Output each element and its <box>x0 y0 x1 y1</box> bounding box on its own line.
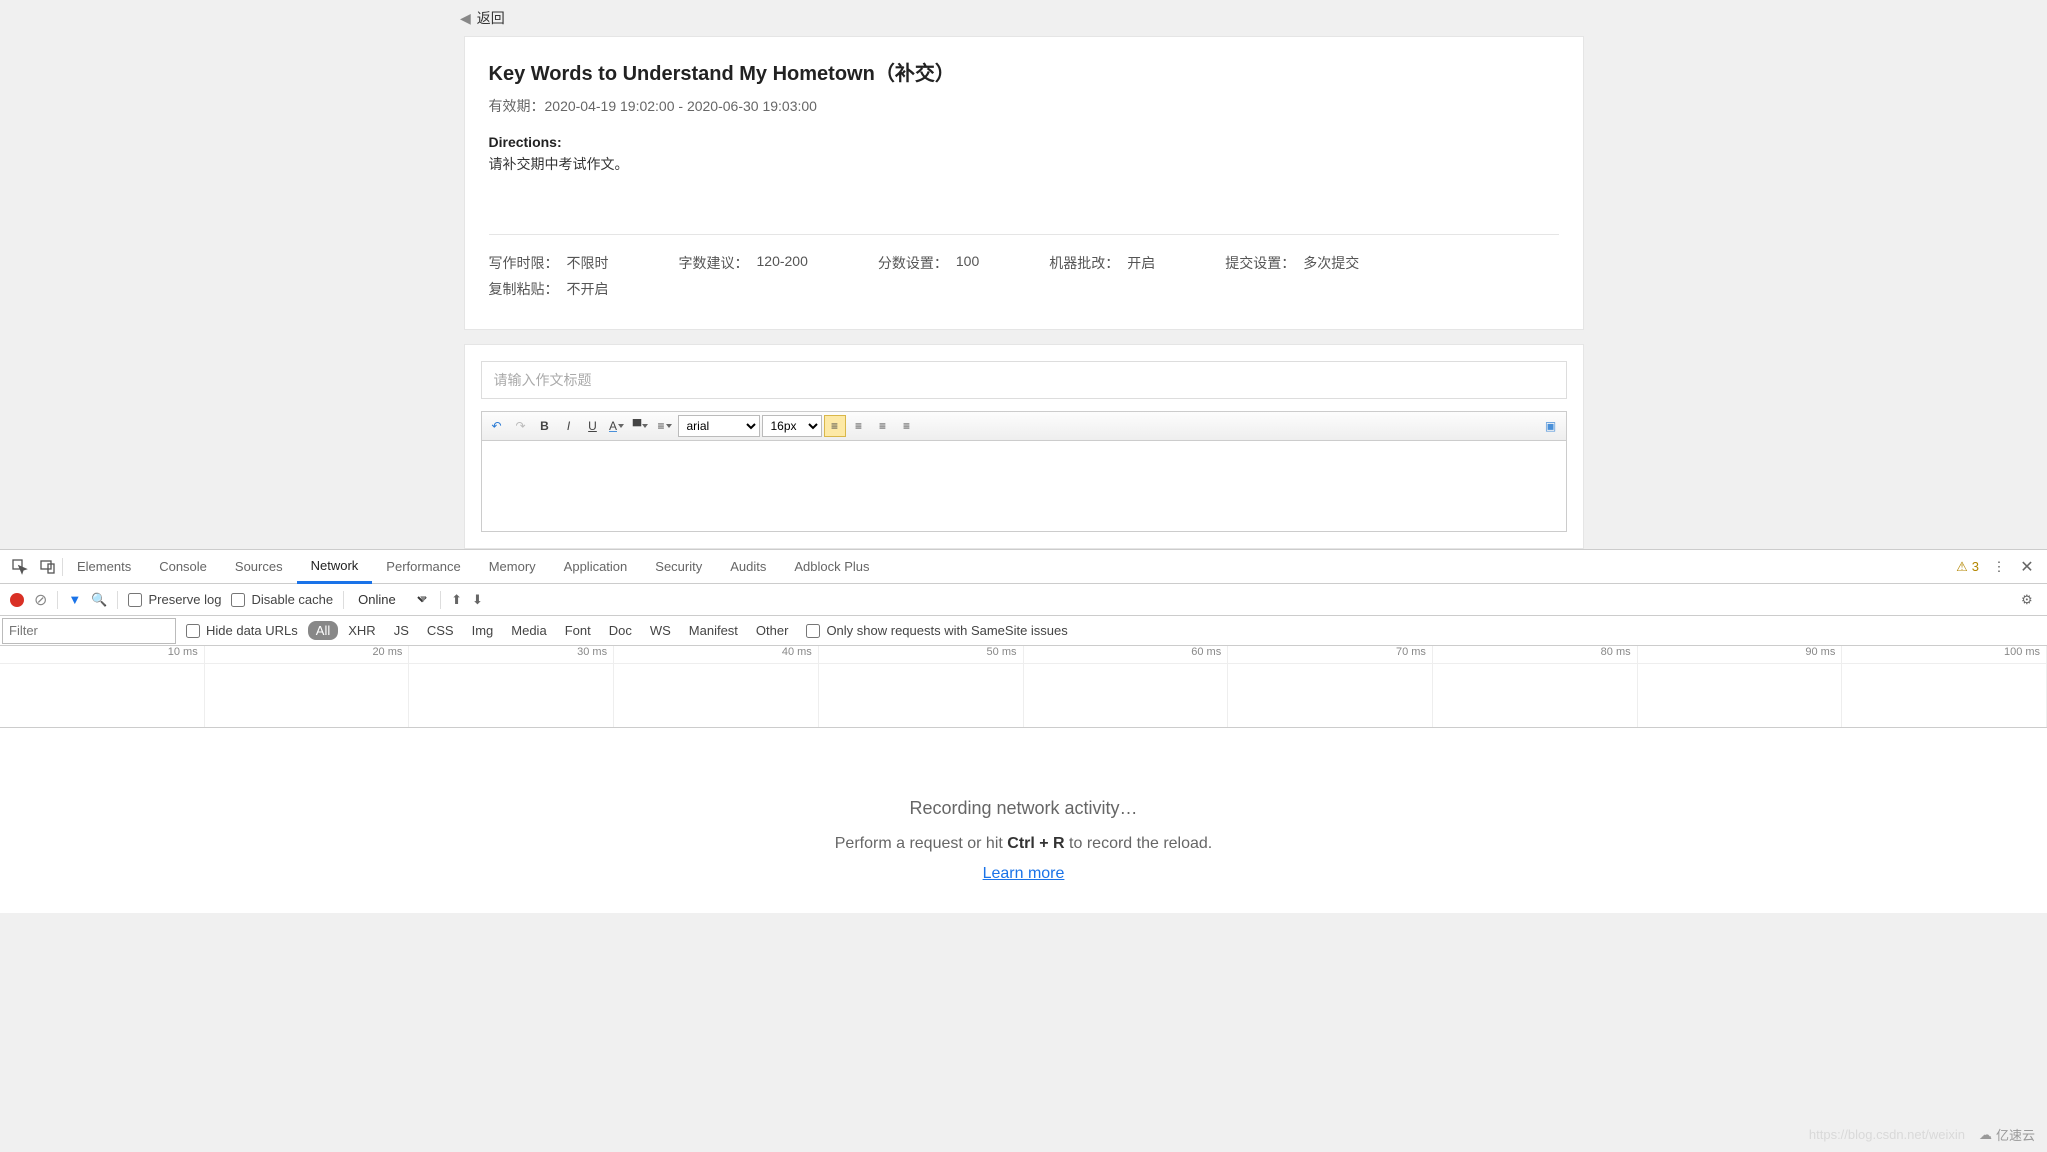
back-arrow-icon: ◀ <box>460 10 471 27</box>
underline-button[interactable]: U <box>582 415 604 437</box>
essay-title-input[interactable] <box>481 361 1567 399</box>
type-filter-ws[interactable]: WS <box>642 621 679 640</box>
align-right-button[interactable]: ≡ <box>872 415 894 437</box>
type-filter-all[interactable]: All <box>308 621 338 640</box>
rte-toolbar: ↶ ↷ B I U A ▀ ≡ arial 16px ≡ ≡ ≡ ≡ ▣ <box>482 412 1566 441</box>
clear-button[interactable]: ⊘ <box>34 590 47 610</box>
meta-time-limit: 写作时限：不限时 <box>489 253 609 273</box>
devtools-tab-adblock-plus[interactable]: Adblock Plus <box>780 550 883 584</box>
warnings-badge[interactable]: ⚠3 <box>1950 559 1985 575</box>
inspect-element-icon[interactable] <box>6 553 34 581</box>
editor-card: ↶ ↷ B I U A ▀ ≡ arial 16px ≡ ≡ ≡ ≡ ▣ <box>464 344 1584 549</box>
type-filter-font[interactable]: Font <box>557 621 599 640</box>
network-filter-input[interactable] <box>2 618 176 644</box>
font-family-select[interactable]: arial <box>678 415 760 437</box>
devtools-tab-sources[interactable]: Sources <box>221 550 297 584</box>
more-menu-icon[interactable]: ⋮ <box>1985 553 2013 581</box>
meta-word-count: 字数建议：120-200 <box>679 253 808 273</box>
download-har-icon[interactable]: ⬇ <box>472 592 483 608</box>
network-settings-icon[interactable]: ⚙ <box>2021 592 2037 608</box>
type-filter-js[interactable]: JS <box>386 621 417 640</box>
record-button[interactable] <box>10 593 24 607</box>
watermark: https://blog.csdn.net/weixin ☁亿速云 <box>1809 1125 2035 1144</box>
devtools-tab-console[interactable]: Console <box>145 550 221 584</box>
timeline-tick: 20 ms <box>205 646 410 663</box>
timeline-tick: 60 ms <box>1024 646 1229 663</box>
devtools-tab-elements[interactable]: Elements <box>63 550 145 584</box>
network-toolbar: ⊘ ▼ 🔍 Preserve log Disable cache Online▼… <box>0 584 2047 616</box>
assignment-card: Key Words to Understand My Hometown（补交） … <box>464 36 1584 330</box>
search-icon[interactable]: 🔍 <box>91 592 107 608</box>
samesite-checkbox[interactable]: Only show requests with SameSite issues <box>806 623 1067 638</box>
list-button[interactable]: ≡ <box>654 415 676 437</box>
undo-button[interactable]: ↶ <box>486 415 508 437</box>
italic-button[interactable]: I <box>558 415 580 437</box>
align-center-button[interactable]: ≡ <box>848 415 870 437</box>
meta-auto-grade: 机器批改：开启 <box>1049 253 1155 273</box>
validity-row: 有效期：2020-04-19 19:02:00 - 2020-06-30 19:… <box>489 96 1559 116</box>
bg-color-button[interactable]: ▀ <box>630 415 652 437</box>
meta-row: 写作时限：不限时 字数建议：120-200 分数设置：100 机器批改：开启 提… <box>489 235 1559 309</box>
devtools-panel: ElementsConsoleSourcesNetworkPerformance… <box>0 549 2047 913</box>
warning-icon: ⚠ <box>1956 559 1968 575</box>
disable-cache-checkbox[interactable]: Disable cache <box>231 592 333 607</box>
type-filter-media[interactable]: Media <box>503 621 554 640</box>
font-color-button[interactable]: A <box>606 415 628 437</box>
font-size-select[interactable]: 16px <box>762 415 822 437</box>
timeline-tick: 100 ms <box>1842 646 2047 663</box>
empty-title: Recording network activity… <box>0 798 2047 819</box>
fullscreen-button[interactable]: ▣ <box>1540 415 1562 437</box>
filter-toggle-icon[interactable]: ▼ <box>68 592 81 607</box>
cloud-icon: ☁ <box>1979 1127 1992 1143</box>
meta-copy: 复制粘贴：不开启 <box>489 279 1489 299</box>
network-empty-state: Recording network activity… Perform a re… <box>0 728 2047 913</box>
rte-content-area[interactable] <box>482 441 1566 531</box>
type-filter-css[interactable]: CSS <box>419 621 462 640</box>
timeline-tick: 30 ms <box>409 646 614 663</box>
align-justify-button[interactable]: ≡ <box>896 415 918 437</box>
rich-text-editor: ↶ ↷ B I U A ▀ ≡ arial 16px ≡ ≡ ≡ ≡ ▣ <box>481 411 1567 532</box>
timeline-tick: 10 ms <box>0 646 205 663</box>
devtools-tab-performance[interactable]: Performance <box>372 550 474 584</box>
timeline-tick: 80 ms <box>1433 646 1638 663</box>
preserve-log-checkbox[interactable]: Preserve log <box>128 592 221 607</box>
device-toolbar-icon[interactable] <box>34 553 62 581</box>
redo-button[interactable]: ↷ <box>510 415 532 437</box>
type-filter-doc[interactable]: Doc <box>601 621 640 640</box>
devtools-tab-application[interactable]: Application <box>550 550 642 584</box>
empty-subtitle: Perform a request or hit Ctrl + R to rec… <box>0 835 2047 853</box>
devtools-tab-audits[interactable]: Audits <box>716 550 780 584</box>
type-filter-other[interactable]: Other <box>748 621 797 640</box>
directions-text: 请补交期中考试作文。 <box>489 154 1559 174</box>
align-left-button[interactable]: ≡ <box>824 415 846 437</box>
timeline-tick: 50 ms <box>819 646 1024 663</box>
timeline-tick: 40 ms <box>614 646 819 663</box>
devtools-tab-memory[interactable]: Memory <box>475 550 550 584</box>
meta-submit: 提交设置：多次提交 <box>1225 253 1359 273</box>
assignment-title: Key Words to Understand My Hometown（补交） <box>489 57 1559 86</box>
type-filter-xhr[interactable]: XHR <box>340 621 383 640</box>
bold-button[interactable]: B <box>534 415 556 437</box>
devtools-tab-network[interactable]: Network <box>297 550 373 584</box>
network-filter-bar: Hide data URLs AllXHRJSCSSImgMediaFontDo… <box>0 616 2047 646</box>
learn-more-link[interactable]: Learn more <box>983 865 1065 882</box>
type-filter-img[interactable]: Img <box>464 621 502 640</box>
meta-score: 分数设置：100 <box>878 253 979 273</box>
hide-data-urls-checkbox[interactable]: Hide data URLs <box>186 623 298 638</box>
devtools-tabs: ElementsConsoleSourcesNetworkPerformance… <box>0 550 2047 584</box>
devtools-tab-security[interactable]: Security <box>641 550 716 584</box>
directions-label: Directions: <box>489 134 1559 150</box>
network-timeline[interactable]: 10 ms20 ms30 ms40 ms50 ms60 ms70 ms80 ms… <box>0 646 2047 728</box>
timeline-tick: 70 ms <box>1228 646 1433 663</box>
timeline-tick: 90 ms <box>1638 646 1843 663</box>
close-devtools-icon[interactable]: ✕ <box>2013 553 2041 581</box>
brand-logo: ☁亿速云 <box>1979 1125 2035 1144</box>
type-filter-manifest[interactable]: Manifest <box>681 621 746 640</box>
upload-har-icon[interactable]: ⬆ <box>451 592 462 608</box>
back-label: 返回 <box>477 8 505 28</box>
throttling-select[interactable]: Online▼ <box>354 591 430 608</box>
back-link[interactable]: ◀ 返回 <box>0 0 2047 36</box>
